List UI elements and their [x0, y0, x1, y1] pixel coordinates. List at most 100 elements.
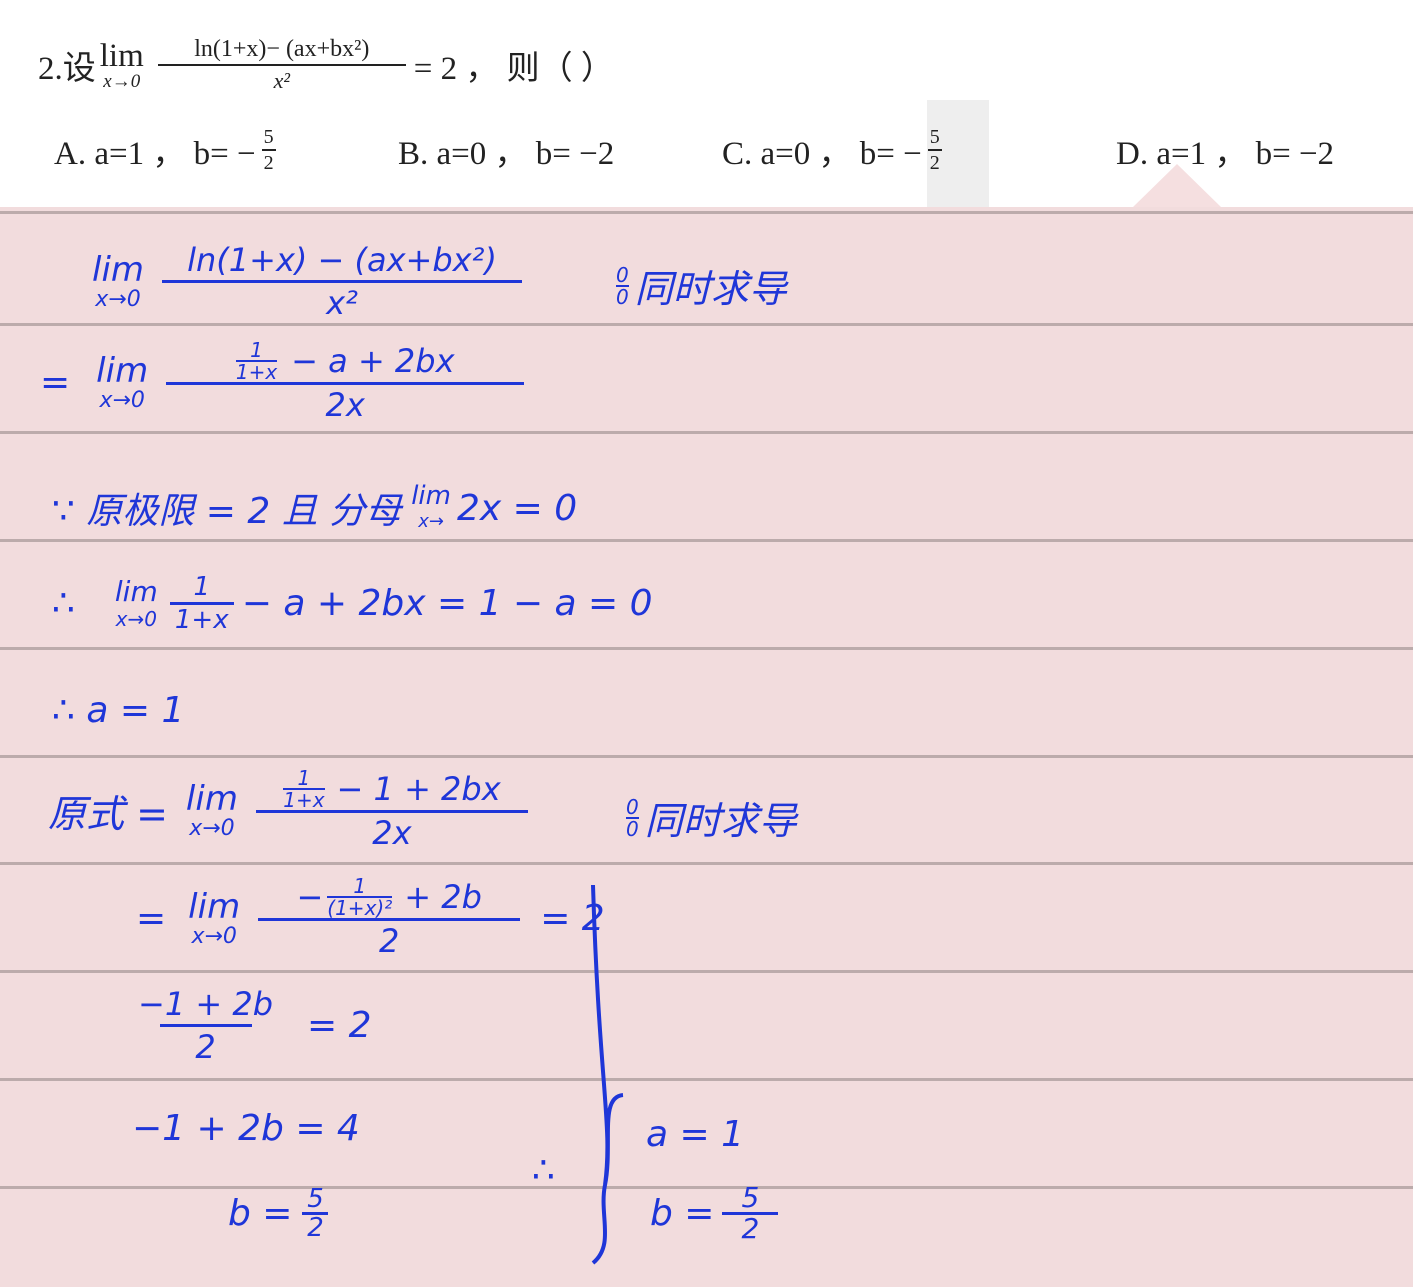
ruled-line: [0, 970, 1413, 973]
fraction-denominator: 1+x: [174, 605, 229, 635]
lim-subscript: x→0: [99, 387, 145, 413]
inner-den: 1+x: [283, 788, 325, 812]
step-6-fraction: 1 1+x − 1 + 2bx 2x: [255, 766, 528, 853]
fraction-numerator: 5: [741, 1181, 760, 1214]
option-b[interactable]: B. a=0 ， b= −2: [398, 126, 614, 174]
handwritten-lim: lim x→0: [186, 781, 238, 841]
solution-step-9: −1 + 2b = 4: [132, 1108, 360, 1149]
solution-step-6: 原式 = lim x→0 1 1+x − 1 + 2bx 2x: [48, 768, 528, 853]
note-text: 同时求导: [644, 799, 797, 843]
limit-fraction: ln(1+x)− (ax+bx²) x²: [157, 34, 406, 96]
handwritten-lim: lim x→0: [92, 252, 144, 312]
step-10-fraction: 5 2: [302, 1184, 329, 1241]
step-3-tail: 2x = 0: [456, 487, 578, 529]
question-tail: = 2 ， 则（ ）: [413, 51, 614, 87]
question-prefix: 2.设: [38, 51, 96, 87]
question-panel: 2.设 lim x→0 ln(1+x)− (ax+bx²) x² = 2 ， 则…: [0, 0, 1413, 208]
step-8-fraction: −1 + 2b 2: [138, 984, 273, 1067]
numerator-rest: − a + 2bx: [291, 342, 455, 380]
ruled-line: [0, 211, 1413, 214]
zero-over-zero: 0 0: [616, 265, 629, 307]
therefore-symbol: ∴: [532, 1150, 555, 1191]
zero-over-zero: 0 0: [626, 797, 639, 839]
ruled-line: [0, 1078, 1413, 1081]
ruled-line: [0, 431, 1413, 434]
option-c[interactable]: C. a=0 ， b= − 5 2: [722, 126, 942, 174]
option-a[interactable]: A. a=1 ， b= − 5 2: [54, 126, 276, 174]
option-a-text: A. a=1 ， b= −: [54, 136, 256, 172]
lim-subscript: x→0: [95, 286, 141, 312]
note-den: 0: [626, 816, 639, 841]
solution-step-3: ∵ 原极限 = 2 且 分母 lim x→ 2x = 0: [52, 482, 577, 534]
lim-subscript: x→0: [115, 606, 157, 631]
inner-den: 1+x: [235, 360, 278, 384]
fraction-numerator: ln(1+x)− (ax+bx²): [194, 36, 370, 62]
solution-step-10: b = 5 2: [228, 1184, 329, 1241]
inner-fraction: 1 (1+x)²: [327, 876, 393, 920]
option-a-frac-num: 5: [263, 126, 274, 148]
note-text: 同时求导: [634, 267, 787, 311]
ruled-line: [0, 539, 1413, 542]
lim-word: lim: [92, 249, 145, 290]
b-label: b =: [228, 1193, 293, 1234]
fraction-denominator: 2x: [372, 814, 412, 852]
b-label: b =: [650, 1193, 715, 1234]
ruled-line: [0, 323, 1413, 326]
lim-subscript: x→0: [103, 71, 141, 92]
fraction-numerator: −1 + 2b: [138, 985, 273, 1023]
fraction-numerator: ln(1+x) − (ax+bx²): [187, 241, 497, 279]
option-a-frac-den: 2: [263, 152, 274, 174]
note-den: 0: [616, 284, 629, 309]
option-c-frac-num: 5: [929, 126, 940, 148]
inner-num: 1: [297, 766, 311, 790]
note-num: 0: [626, 794, 639, 819]
conclusion-a: a = 1: [646, 1114, 745, 1155]
ruled-line: [0, 647, 1413, 650]
question-stem: 2.设 lim x→0 ln(1+x)− (ax+bx²) x² = 2 ， 则…: [38, 30, 614, 100]
numerator-rest: − 1 + 2bx: [336, 770, 501, 808]
option-c-text: C. a=0 ， b= −: [722, 136, 922, 172]
fraction-numerator: 1 1+x − 1 + 2bx: [283, 766, 501, 812]
step-4-tail: − a + 2bx = 1 − a = 0: [241, 583, 653, 624]
note-num: 0: [616, 262, 629, 287]
numerator-rest: + 2b: [404, 878, 482, 916]
handwritten-lim: lim x→0: [188, 889, 240, 949]
solution-step-7: = lim x→0 − 1 (1+x)² + 2b 2 = 2: [136, 876, 605, 961]
solution-step-2: = lim x→0 1 1+x − a + 2bx 2x: [40, 338, 525, 425]
inner-fraction: 1 1+x: [235, 338, 278, 384]
option-d-text: D. a=1 ， b= −2: [1116, 136, 1335, 172]
equals-sign: =: [136, 898, 167, 939]
lim-word: lim: [96, 350, 149, 391]
solution-step-5: ∴ a = 1: [52, 690, 185, 731]
lim-word: lim: [114, 574, 158, 608]
step-1-fraction: ln(1+x) − (ax+bx²) x²: [162, 240, 523, 323]
fraction-denominator: x²: [326, 284, 358, 322]
fraction-numerator: 1 1+x − a + 2bx: [235, 338, 455, 384]
minus-sign: −: [296, 878, 324, 916]
option-a-fraction: 5 2: [261, 126, 276, 174]
lim-word: lim: [188, 886, 241, 927]
lim-subscript: x→0: [191, 923, 237, 949]
option-b-text: B. a=0 ， b= −2: [398, 136, 615, 172]
equals-sign: =: [40, 362, 71, 403]
option-c-fraction: 5 2: [927, 126, 942, 174]
lim-word: lim: [185, 778, 238, 819]
option-d[interactable]: D. a=1 ， b= −2: [1116, 126, 1334, 174]
lim-subscript: x→: [418, 511, 444, 532]
conclusion-b: b = 5 2: [650, 1181, 779, 1245]
lim-word: lim: [99, 38, 144, 74]
fraction-denominator: 2: [379, 922, 400, 960]
step-7-fraction: − 1 (1+x)² + 2b 2: [258, 876, 521, 961]
answer-options: A. a=1 ， b= − 5 2 B. a=0 ， b= −2 C. a=0 …: [0, 100, 1413, 208]
inner-fraction: 1 1+x: [283, 766, 325, 812]
inner-num: 1: [250, 338, 263, 362]
handwritten-lim: lim x→0: [114, 574, 158, 631]
handwritten-lim: lim x→0: [96, 353, 148, 413]
ruled-line: [0, 862, 1413, 865]
fraction-denominator: x²: [273, 68, 290, 93]
fraction-numerator: 5: [307, 1184, 324, 1214]
fraction-denominator: 2: [195, 1028, 216, 1066]
step-6-note: 0 0 同时求导: [626, 790, 797, 845]
inner-den: (1+x)²: [327, 896, 393, 920]
fraction-denominator: 2: [741, 1212, 760, 1245]
